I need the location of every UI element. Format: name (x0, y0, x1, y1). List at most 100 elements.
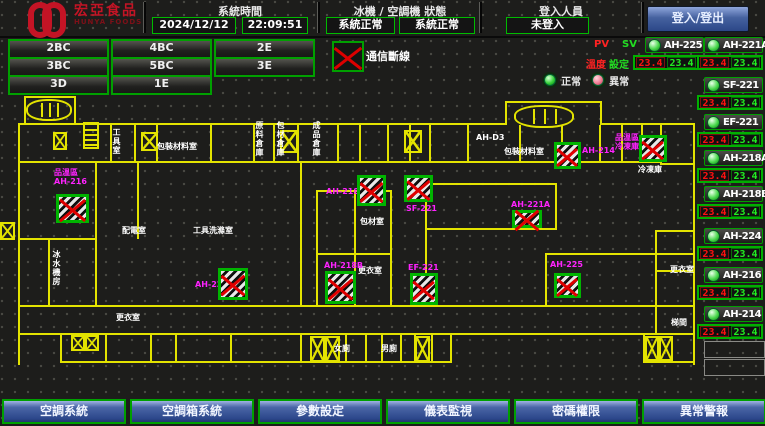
unit-button-ah-218b[interactable]: AH-218B (704, 186, 763, 202)
wall-segment (519, 125, 521, 162)
wall-segment (429, 125, 431, 162)
unit-button-sf-221[interactable]: SF-221 (704, 77, 763, 93)
floor-button-5bc[interactable]: 5BC (111, 57, 212, 77)
equipment-comm-lost-icon[interactable] (639, 135, 667, 162)
header-separator (641, 2, 644, 33)
wall-segment (693, 123, 695, 365)
equipment-comm-lost-icon[interactable] (410, 273, 438, 305)
unit-pv-value: 23.4 (700, 97, 729, 108)
temp-legend-label: 溫度 (586, 56, 606, 71)
unit-button-ah-216[interactable]: AH-216 (704, 267, 763, 283)
nav-button-0[interactable]: 空調系統 (2, 399, 126, 424)
nav-button-3[interactable]: 儀表監視 (386, 399, 510, 424)
wall-segment (150, 333, 152, 363)
equipment-label: AH-214 (582, 146, 615, 155)
unit-button-ah-218a[interactable]: AH-218A (704, 150, 763, 166)
nav-button-4[interactable]: 密碼權限 (514, 399, 638, 424)
unit-button-ah-225[interactable]: AH-225 (645, 37, 704, 53)
login-logout-button[interactable]: 登入/登出 (647, 6, 749, 32)
nav-button-1[interactable]: 空調箱系統 (130, 399, 254, 424)
unit-values-ah-216: 23.423.4 (697, 285, 763, 300)
comm-lost-label: 通信斷線 (366, 48, 410, 64)
wall-segment (643, 361, 695, 363)
unit-pv-value: 23.4 (700, 134, 729, 145)
unit-name-label: AH-218A (723, 153, 765, 164)
equipment-comm-lost-icon[interactable] (357, 175, 386, 206)
wall-segment (359, 125, 361, 162)
equipment-comm-lost-icon[interactable] (325, 271, 356, 304)
wall-segment (450, 333, 452, 363)
wall-segment (210, 125, 212, 162)
nav-button-5[interactable]: 異常警報 (642, 399, 765, 424)
wall-segment (555, 183, 557, 230)
spiral-stair-line (544, 109, 546, 124)
unit-name-label: AH-218B (723, 189, 765, 200)
floor-button-3e[interactable]: 3E (214, 57, 315, 77)
unit-status-led-icon (648, 39, 661, 52)
stair-x-icon (659, 336, 673, 361)
floor-button-1e[interactable]: 1E (111, 75, 212, 95)
equipment-comm-lost-icon[interactable] (512, 210, 542, 228)
unit-sv-value: 23.4 (731, 97, 760, 108)
equipment-comm-lost-icon[interactable] (554, 273, 581, 298)
wall-segment (273, 125, 275, 162)
unit-name-label: AH-224 (723, 231, 761, 242)
comm-lost-icon (332, 41, 364, 72)
floor-button-2e[interactable]: 2E (214, 39, 315, 59)
ahu-status-value: 系統正常 (399, 17, 475, 34)
unit-button-ef-221[interactable]: EF-221 (704, 114, 763, 130)
unit-status-led-icon (707, 308, 720, 321)
normal-legend: 正常 (544, 70, 581, 89)
unit-pv-value: 23.4 (700, 287, 729, 298)
wall-segment (545, 253, 693, 255)
unit-empty-slot (704, 341, 765, 358)
equipment-label: 品溫區 AH-216 (54, 168, 87, 186)
stair-x-icon (404, 130, 422, 153)
floor-button-3bc[interactable]: 3BC (8, 57, 109, 77)
wall-segment (18, 123, 20, 365)
unit-sv-value: 23.4 (731, 326, 760, 337)
nav-button-2[interactable]: 參數設定 (258, 399, 382, 424)
room-label: 更衣室 (116, 313, 140, 322)
unit-pv-value: 23.4 (700, 326, 729, 337)
room-label: 工具室 (112, 128, 121, 155)
brand-logo-icon (28, 2, 66, 42)
unit-pv-value: 23.4 (700, 170, 729, 181)
unit-values-ah-218b: 23.423.4 (697, 204, 763, 219)
unit-button-ah-224[interactable]: AH-224 (704, 228, 763, 244)
spiral-stair-line (57, 103, 59, 117)
unit-button-ah-214[interactable]: AH-214 (704, 306, 763, 322)
unit-status-led-icon (707, 39, 720, 52)
header-bar: 宏亞食品 HUNYA FOODS 系統時間 2024/12/12 22:09:5… (0, 0, 765, 38)
system-date-value: 2024/12/12 (152, 17, 236, 34)
unit-sv-value: 23.4 (731, 170, 760, 181)
floor-button-3d[interactable]: 3D (8, 75, 109, 95)
unit-values-sf-221: 23.423.4 (697, 95, 763, 110)
unit-name-label: SF-221 (723, 80, 759, 91)
wall-segment (18, 238, 97, 240)
room-label: 工具洗滌室 (193, 226, 233, 235)
unit-button-ah-221a[interactable]: AH-221A (704, 37, 763, 53)
wall-segment (60, 333, 62, 363)
spiral-stair-icon (514, 105, 574, 128)
stair-x-icon (415, 336, 430, 362)
unit-sv-value: 23.4 (731, 206, 760, 217)
equipment-comm-lost-icon[interactable] (218, 268, 248, 300)
floor-button-4bc[interactable]: 4BC (111, 39, 212, 59)
wall-segment (365, 333, 367, 363)
equipment-comm-lost-icon[interactable] (554, 142, 581, 169)
wall-segment (74, 96, 76, 125)
equipment-comm-lost-icon[interactable] (404, 175, 433, 202)
room-label: 成品倉庫 (312, 121, 321, 157)
floor-button-2bc[interactable]: 2BC (8, 39, 109, 59)
wall-segment (390, 190, 392, 307)
ladder-rung (85, 144, 97, 146)
wall-segment (467, 125, 469, 162)
room-label: 冷凍庫 (638, 165, 662, 174)
unit-name-label: EF-221 (723, 117, 758, 128)
system-clock-value: 22:09:51 (242, 17, 308, 34)
equipment-comm-lost-icon[interactable] (56, 194, 89, 223)
spiral-stair-line (533, 109, 535, 124)
unit-values-ef-221: 23.423.4 (697, 132, 763, 147)
room-label: 包材室 (360, 217, 384, 226)
